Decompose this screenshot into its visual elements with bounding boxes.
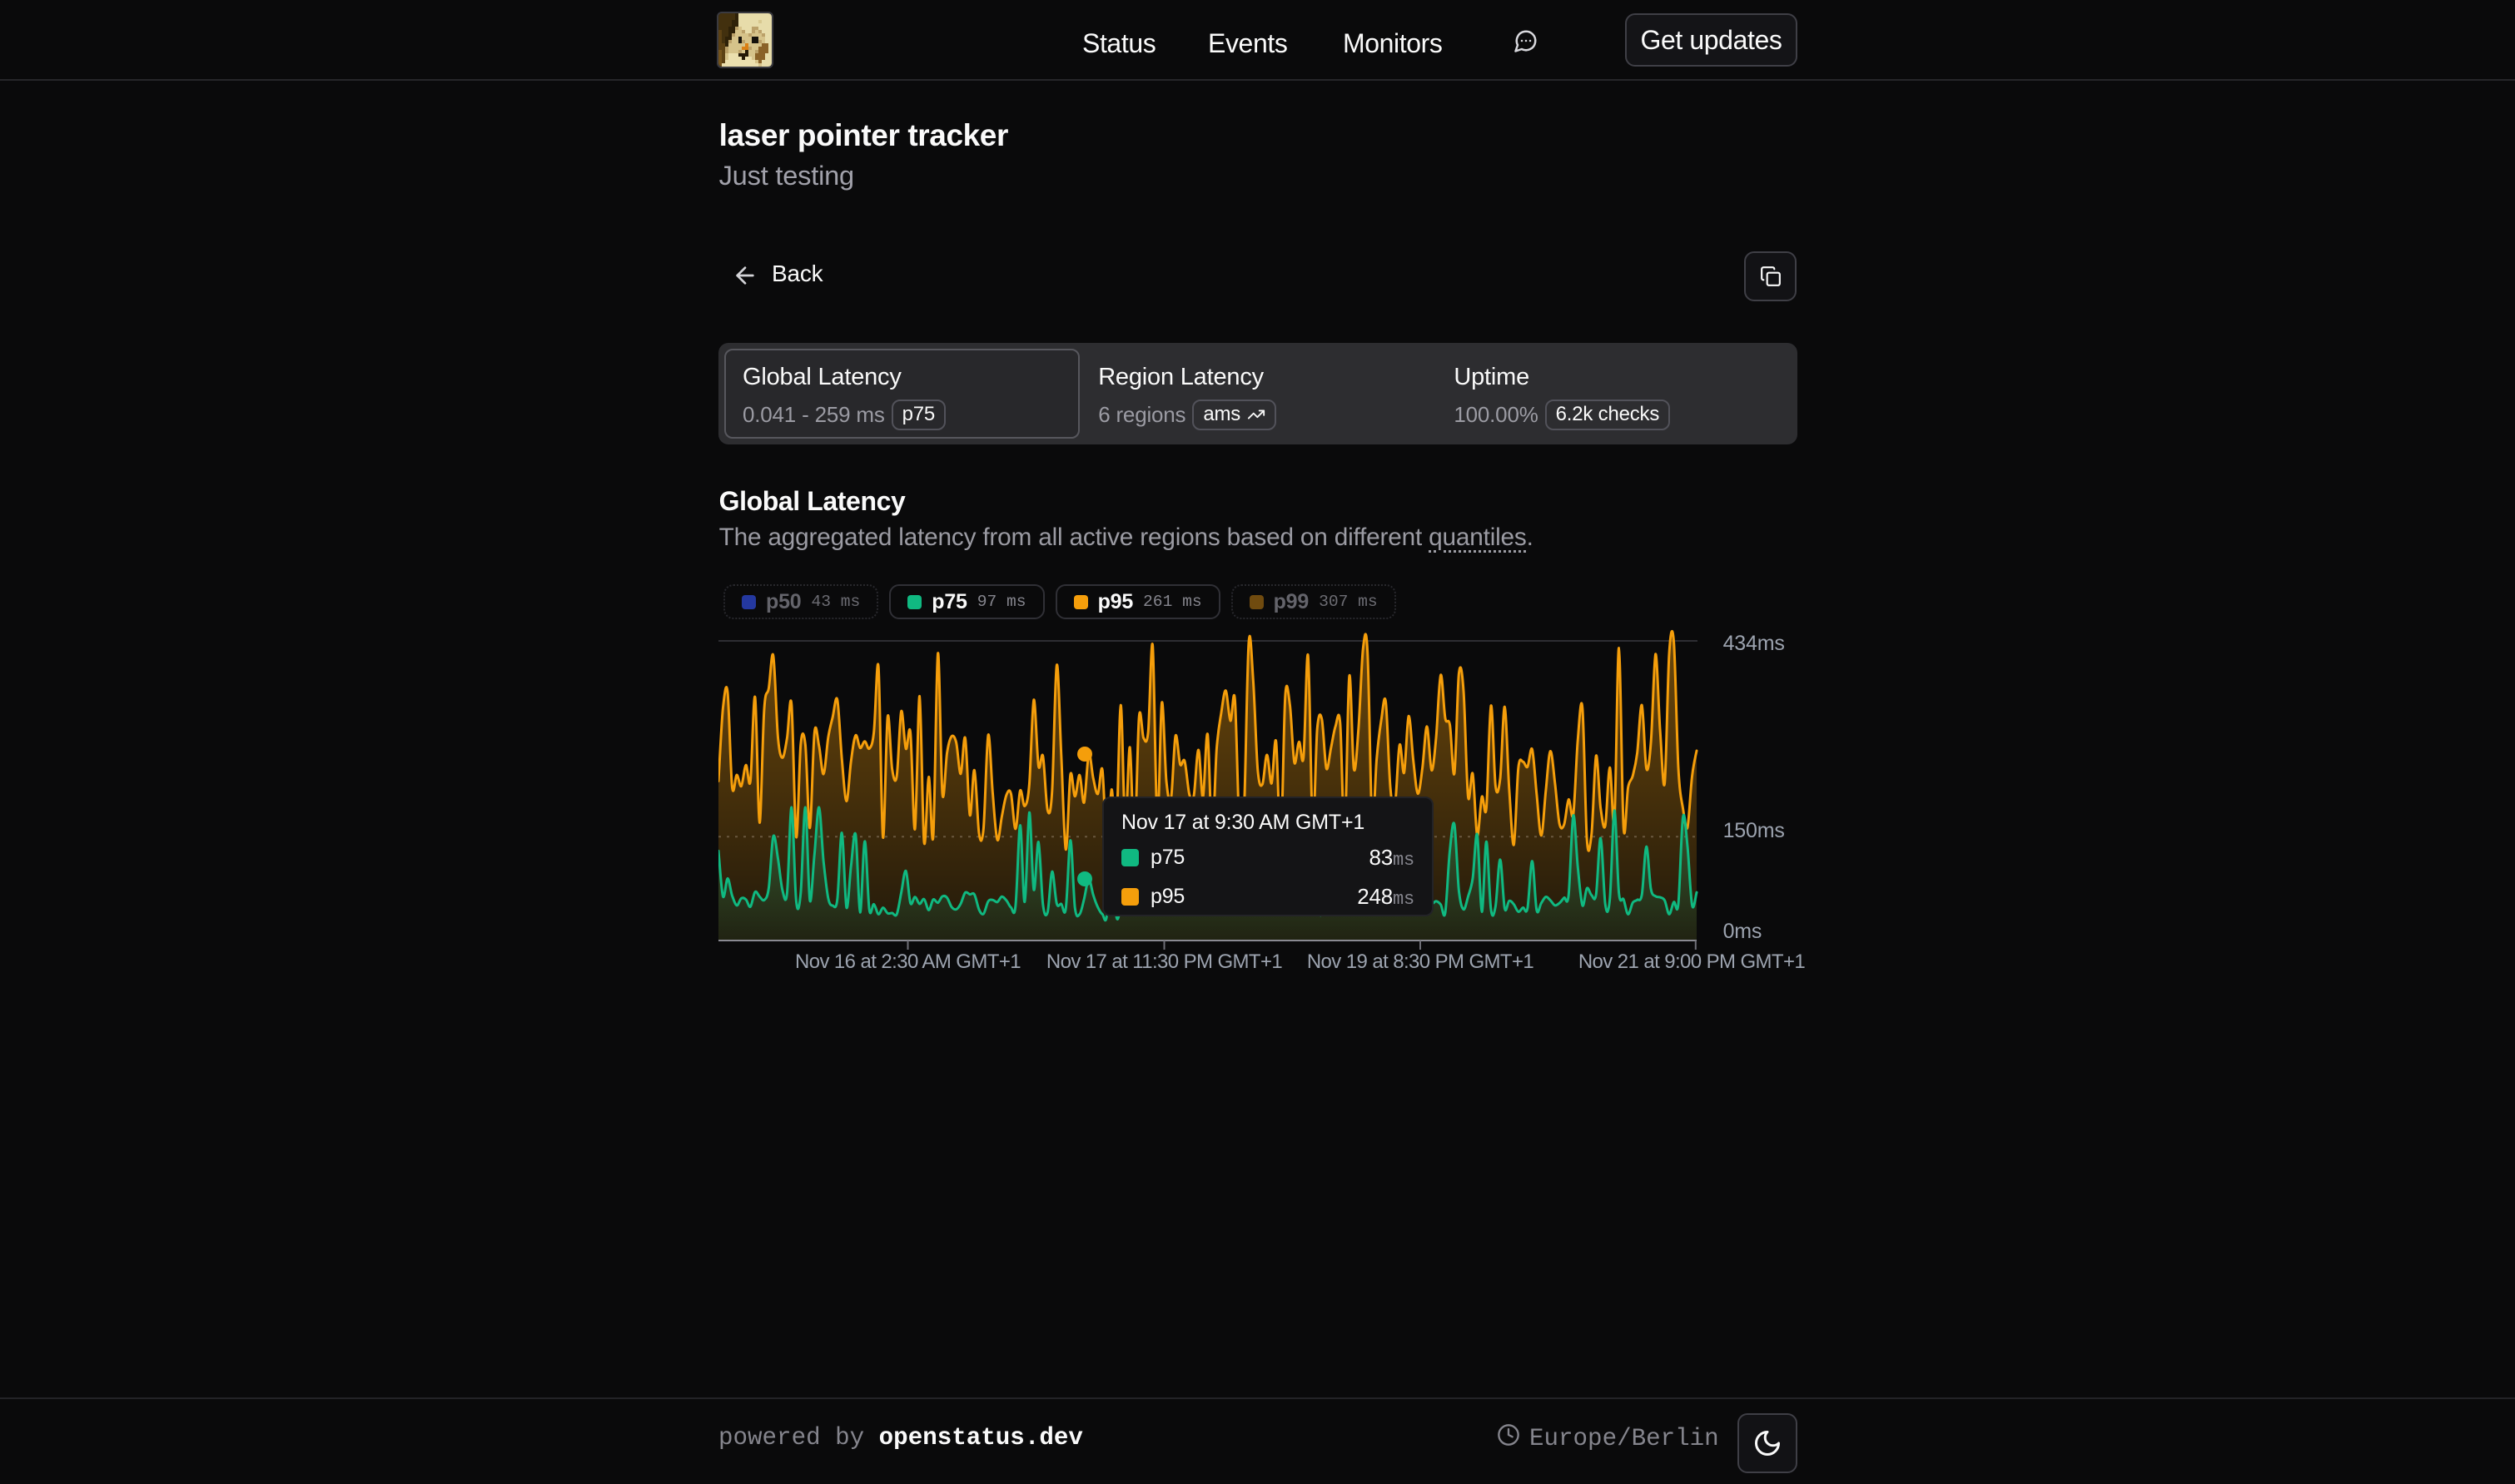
svg-text:Nov 17 at 11:30 PM GMT+1: Nov 17 at 11:30 PM GMT+1 xyxy=(1046,950,1283,973)
svg-text:Nov 19 at 8:30 PM GMT+1: Nov 19 at 8:30 PM GMT+1 xyxy=(1307,950,1534,973)
svg-text:Nov 21 at 9:00 PM GMT+1: Nov 21 at 9:00 PM GMT+1 xyxy=(1578,950,1806,973)
svg-text:150ms: 150ms xyxy=(1723,819,1785,842)
svg-text:0ms: 0ms xyxy=(1723,920,1762,943)
svg-text:Nov 16 at 2:30 AM GMT+1: Nov 16 at 2:30 AM GMT+1 xyxy=(795,950,1021,973)
svg-text:434ms: 434ms xyxy=(1723,632,1785,655)
